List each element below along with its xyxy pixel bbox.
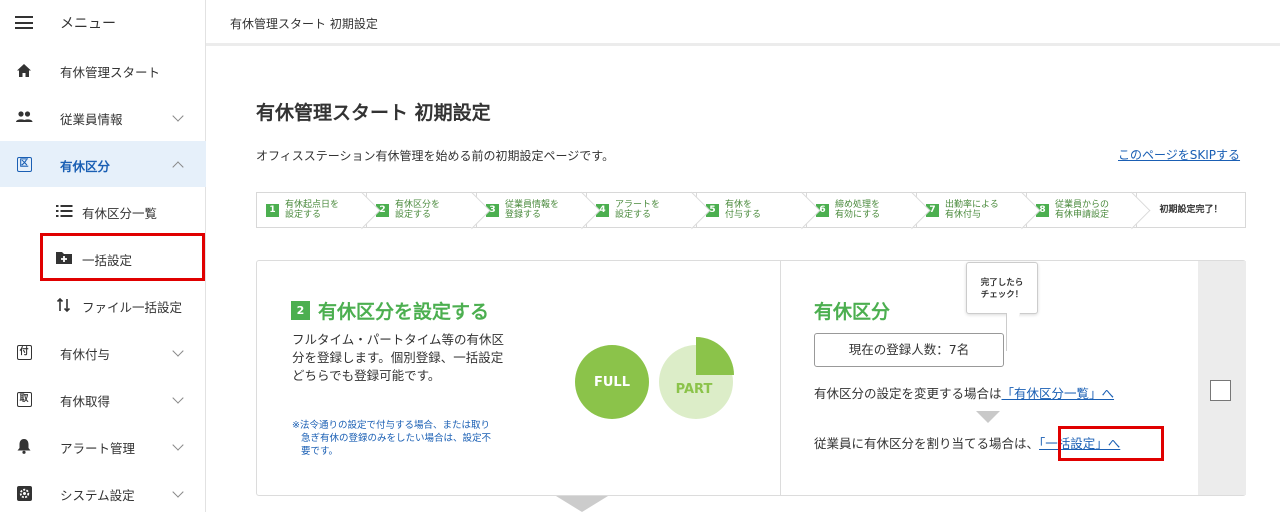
skip-link[interactable]: このページをSKIPする xyxy=(1118,146,1240,163)
sidebar-subitem-label: ファイル一括設定 xyxy=(82,300,183,315)
sidebar-item-system-settings[interactable]: システム設定 xyxy=(0,470,206,516)
pie-slice-illustration xyxy=(696,337,734,375)
settings-icon xyxy=(15,484,33,502)
full-time-illustration: FULL xyxy=(575,345,649,419)
sidebar-item-label: アラート管理 xyxy=(60,441,136,456)
people-icon xyxy=(15,108,33,126)
sidebar-item-alerts[interactable]: アラート管理 xyxy=(0,423,206,469)
list-icon xyxy=(55,202,73,220)
registered-count-badge: 現在の登録人数：7名 xyxy=(814,333,1004,367)
chevron-down-icon xyxy=(172,439,184,451)
sidebar-item-label: 有休区分 xyxy=(60,159,111,174)
sort-arrows-icon xyxy=(55,296,73,314)
highlight-box xyxy=(40,233,205,281)
sidebar-item-start[interactable]: 有休管理スタート xyxy=(0,47,206,93)
step-number-badge: 2 xyxy=(291,301,310,320)
fu-icon: 付 xyxy=(15,343,33,361)
sidebar-subitem-label: 有休区分一覧 xyxy=(82,206,158,221)
card-heading: 2 有休区分を設定する xyxy=(291,297,489,324)
step-progress: 1 有休起点日を 設定する 2 有休区分を 設定する 3 従業員情報を 登録する 4 アラート… xyxy=(256,192,1246,230)
step-complete[interactable]: 初期設定完了！ xyxy=(1136,192,1246,228)
step-5[interactable]: 5 有休を 付与する xyxy=(696,192,806,228)
chevron-down-icon xyxy=(172,345,184,357)
step-1[interactable]: 1 有休起点日を 設定する xyxy=(256,192,366,228)
bell-icon xyxy=(15,437,33,455)
sidebar-item-label: 有休取得 xyxy=(60,394,111,409)
category-list-link[interactable]: 「有休区分一覧」へ xyxy=(1002,386,1115,401)
main-content: 有休管理スタート 初期設定 オフィスステーション有休管理を始める前の初期設定ペー… xyxy=(206,46,1280,512)
sidebar-item-label: 有休付与 xyxy=(60,347,111,362)
hamburger-menu-icon[interactable] xyxy=(15,16,33,29)
step-7[interactable]: 7 出勤率による 有休付与 xyxy=(916,192,1026,228)
sidebar-item-grant[interactable]: 付 有休付与 xyxy=(0,329,206,375)
breadcrumb: 有休管理スタート 初期設定 xyxy=(230,17,378,31)
chevron-down-icon xyxy=(172,110,184,122)
menu-label: メニュー xyxy=(60,16,116,32)
sidebar-subitem-file-bulk-setting[interactable]: ファイル一括設定 xyxy=(0,282,206,328)
check-tooltip: 完了したら チェック！ xyxy=(966,262,1038,314)
next-step-arrow xyxy=(556,496,608,512)
step-6[interactable]: 6 締め処理を 有効にする xyxy=(806,192,916,228)
shu-icon: 取 xyxy=(15,390,33,408)
sidebar-item-leave-category[interactable]: 区 有休区分 xyxy=(0,141,206,187)
step-4[interactable]: 4 アラートを 設定する xyxy=(586,192,696,228)
card-description: フルタイム・パートタイム等の有休区 分を登録します。個別登録、一括設定 どちらで… xyxy=(292,332,505,383)
sidebar-subitem-category-list[interactable]: 有休区分一覧 xyxy=(0,188,206,234)
sidebar-item-acquisition[interactable]: 取 有休取得 xyxy=(0,376,206,422)
page-title: 有休管理スタート 初期設定 xyxy=(256,102,491,124)
step-2[interactable]: 2 有休区分を 設定する xyxy=(366,192,476,228)
step-8[interactable]: 8 従業員からの 有休申請設定 xyxy=(1026,192,1136,228)
completion-checkbox[interactable] xyxy=(1210,380,1231,401)
tooltip-pointer xyxy=(1006,313,1020,351)
sidebar-item-label: 有休管理スタート xyxy=(60,65,161,80)
chevron-down-icon xyxy=(172,486,184,498)
completion-check-column xyxy=(1198,261,1246,495)
down-arrow-indicator xyxy=(976,411,1000,423)
sidebar: メニュー 有休管理スタート 従業員情報 区 有休区分 有休区分一覧 一括設定 フ… xyxy=(0,0,206,512)
chevron-up-icon xyxy=(172,161,184,173)
sidebar-header: メニュー xyxy=(0,0,206,46)
chevron-down-icon xyxy=(172,392,184,404)
step-3[interactable]: 3 従業員情報を 登録する xyxy=(476,192,586,228)
home-icon xyxy=(15,61,33,79)
sidebar-item-employees[interactable]: 従業員情報 xyxy=(0,94,206,140)
top-bar: 有休管理スタート 初期設定 xyxy=(206,0,1280,46)
section-heading: 有休区分 xyxy=(814,301,891,323)
ku-icon: 区 xyxy=(15,155,33,173)
sidebar-item-label: システム設定 xyxy=(60,488,135,503)
change-setting-text: 有休区分の設定を変更する場合は「有休区分一覧」へ xyxy=(814,386,1115,401)
card-note: ※法令通りの設定で付与する場合、または取り 急ぎ有休の登録のみをしたい場合は、設… xyxy=(292,420,492,457)
sidebar-item-label: 従業員情報 xyxy=(60,112,123,127)
highlight-box xyxy=(1058,426,1164,461)
page-description: オフィスステーション有休管理を始める前の初期設定ページです。 xyxy=(256,149,615,163)
